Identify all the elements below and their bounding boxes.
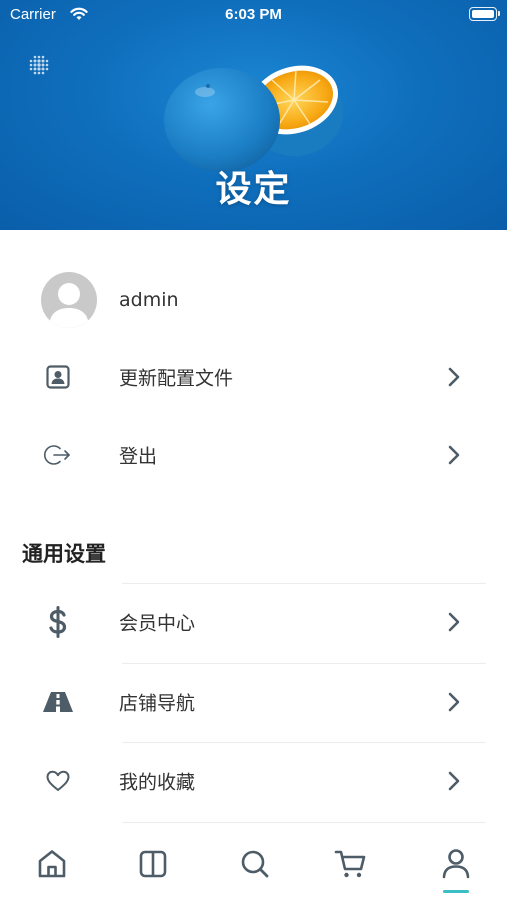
road-icon [40,684,76,720]
divider [122,583,486,584]
header-banner: Carrier 6:03 PM 设定 [0,0,507,230]
tab-catalog[interactable] [133,844,173,884]
chevron-right-icon [448,771,460,791]
username-label: admin [119,289,179,311]
avatar[interactable] [41,272,97,328]
chevron-right-icon [448,692,460,712]
tab-home[interactable] [32,844,72,884]
user-silhouette-icon [49,283,89,328]
update-profile-row[interactable]: 更新配置文件 [0,342,507,412]
member-center-row[interactable]: 会员中心 [0,587,507,657]
section-title-general: 通用设置 [22,542,106,566]
tab-bar [0,830,507,900]
divider [122,742,486,743]
logout-row[interactable]: 登出 [0,420,507,490]
logout-label: 登出 [119,445,158,468]
chevron-right-icon [448,445,460,465]
page-title: 设定 [215,169,292,210]
tab-profile[interactable] [436,844,476,884]
book-icon [139,850,167,878]
active-tab-indicator [443,890,469,893]
cart-icon [334,850,366,878]
store-navigation-label: 店铺导航 [119,692,196,715]
dollar-icon [40,604,76,640]
clock: 6:03 PM [225,6,282,23]
dot-grid-icon[interactable] [26,52,52,78]
logout-icon [40,437,76,473]
chevron-right-icon [448,367,460,387]
divider [122,822,486,823]
favorites-label: 我的收藏 [119,771,196,794]
status-bar: Carrier 6:03 PM [0,0,507,32]
update-profile-label: 更新配置文件 [119,367,234,390]
battery-icon [469,7,500,21]
store-navigation-row[interactable]: 店铺导航 [0,667,507,737]
tab-search[interactable] [235,844,275,884]
chevron-right-icon [448,612,460,632]
divider [122,663,486,664]
favorites-row[interactable]: 我的收藏 [0,746,507,816]
home-icon [38,850,66,878]
member-center-label: 会员中心 [119,612,196,635]
user-icon [442,849,470,879]
profile-card-icon [40,359,76,395]
heart-icon [40,763,76,799]
tab-cart[interactable] [331,844,371,884]
search-icon [241,850,269,878]
